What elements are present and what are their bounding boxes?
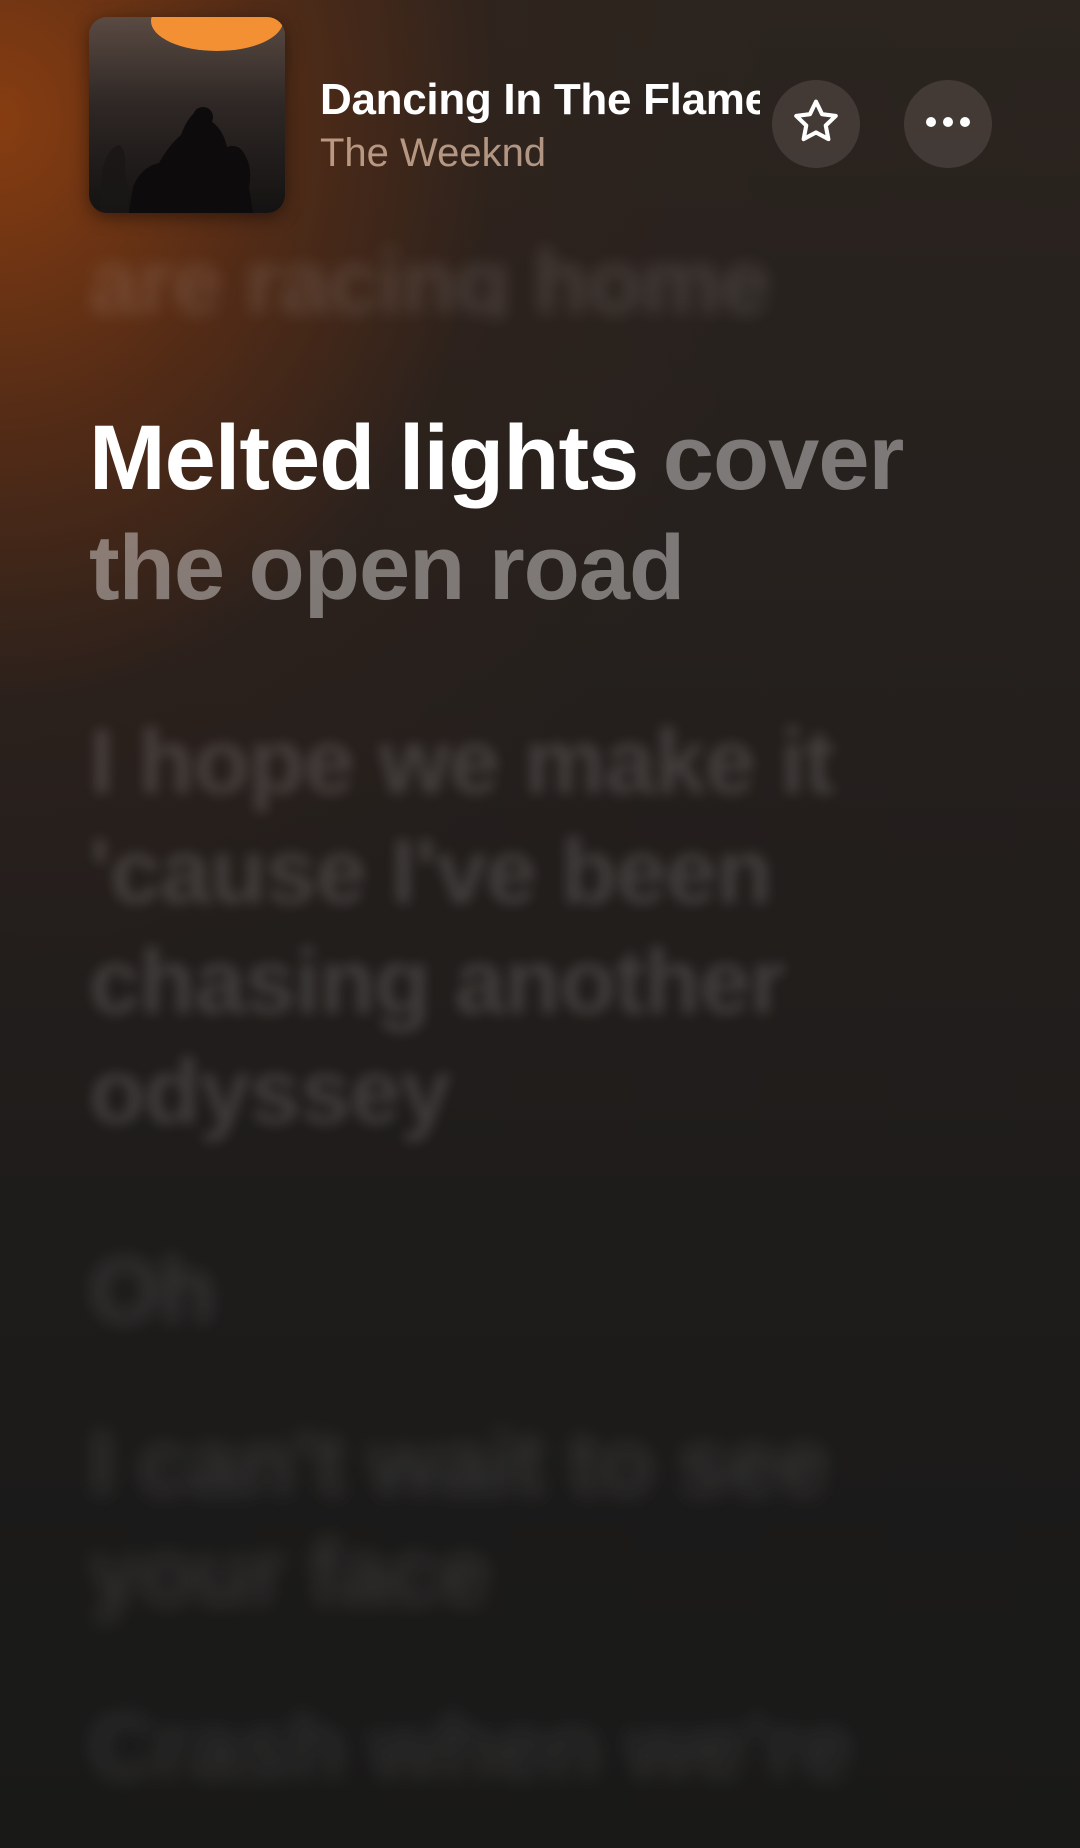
lyrics-view[interactable]: are racing home Melted lights cover the … — [89, 0, 989, 1848]
lyric-line-upcoming[interactable]: I can't wait to see your face — [89, 1408, 969, 1628]
lyric-line-upcoming[interactable]: Crash when we're — [89, 1692, 969, 1802]
lyric-line-upcoming[interactable]: I hope we make it 'cause I've been chasi… — [89, 707, 969, 1147]
lyric-sung-text: Melted lights — [89, 407, 639, 509]
lyric-line-previous[interactable]: are racing home — [89, 228, 969, 318]
lyric-line-current[interactable]: Melted lights cover the open road — [89, 403, 969, 623]
lyric-line-upcoming[interactable]: Oh — [89, 1236, 969, 1346]
